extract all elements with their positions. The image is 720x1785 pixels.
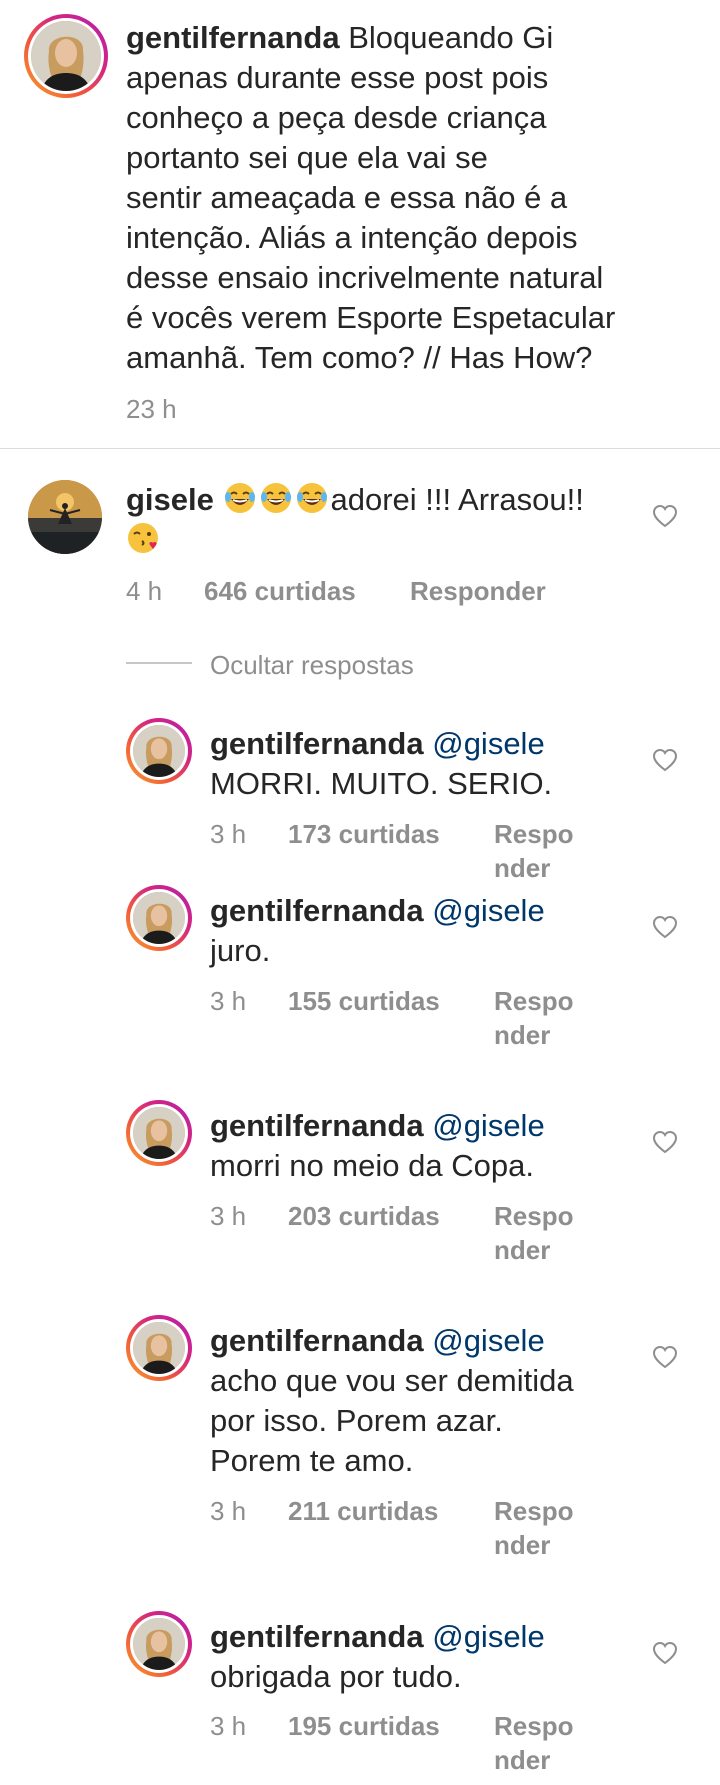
reply-timestamp: 3 h (210, 1496, 247, 1526)
reply-reply-label: Respo (494, 1201, 574, 1231)
reply-line: juro. (210, 933, 271, 968)
gisele-reply-button[interactable]: Responder (410, 574, 546, 608)
reply-reply-label: nder (494, 1235, 551, 1265)
reply-username[interactable]: gentilfernanda (210, 893, 424, 928)
person-photo-icon (133, 1618, 185, 1670)
caption-line: intenção. Aliás a intenção depois (126, 220, 578, 255)
caption-text: gentilfernanda Bloqueando Gi apenas dura… (126, 18, 696, 378)
reply-mention[interactable]: @gisele (432, 893, 544, 928)
reply-avatar[interactable] (126, 718, 192, 784)
gisele-comment-text: gisele adorei !!! Arrasou!! (126, 480, 646, 560)
reply-reply-label: Respo (494, 986, 574, 1016)
reply-reply-button[interactable]: Respo nder (494, 984, 573, 1052)
reply-reply-label: nder (494, 1020, 551, 1050)
reply-like-heart-icon[interactable] (652, 1130, 678, 1154)
person-photo-icon (31, 21, 101, 91)
caption-avatar[interactable] (24, 14, 108, 98)
reply-line: Porem te amo. (210, 1443, 414, 1478)
person-photo-icon (133, 725, 185, 777)
reply-username[interactable]: gentilfernanda (210, 1108, 424, 1143)
sunset-photo-icon (28, 480, 102, 554)
reply-reply-button[interactable]: Respo nder (494, 1199, 573, 1267)
reply-username[interactable]: gentilfernanda (210, 1619, 424, 1654)
reply-line: obrigada por tudo. (210, 1659, 462, 1694)
laughing-with-tears-emoji-icon (223, 481, 257, 515)
reply-text: gentilfernanda @gisele acho que vou ser … (210, 1321, 640, 1481)
reply-line: acho que vou ser demitida (210, 1363, 574, 1398)
reply-reply-button[interactable]: Respo nder (494, 817, 573, 885)
reply-reply-button[interactable]: Respo nder (494, 1494, 573, 1562)
face-blowing-kiss-emoji-icon (126, 521, 160, 555)
caption-line: desse ensaio incrivelmente natural (126, 260, 604, 295)
person-photo-icon (133, 1322, 185, 1374)
gisele-likes-count[interactable]: 646 curtidas (204, 574, 356, 608)
reply-username[interactable]: gentilfernanda (210, 726, 424, 761)
gisele-username[interactable]: gisele (126, 482, 214, 517)
person-photo-icon (133, 892, 185, 944)
reply-avatar[interactable] (126, 1611, 192, 1677)
caption-line: apenas durante esse post pois (126, 60, 549, 95)
caption-line: é vocês verem Esporte Espetacular (126, 300, 616, 335)
reply-text: gentilfernanda @gisele MORRI. MUITO. SER… (210, 724, 640, 804)
laughing-with-tears-emoji-icon (259, 481, 293, 515)
gisele-comment-body: adorei !!! Arrasou!! (330, 482, 584, 517)
caption-line: amanhã. Tem como? // Has How? (126, 340, 593, 375)
caption-line: portanto sei que ela vai se (126, 140, 488, 175)
caption-line: Bloqueando Gi (339, 20, 554, 55)
laughing-with-tears-emoji-icon (295, 481, 329, 515)
reply-timestamp: 3 h (210, 819, 247, 849)
reply-username[interactable]: gentilfernanda (210, 1323, 424, 1358)
reply-likes-count[interactable]: 155 curtidas (288, 984, 440, 1018)
reply-line: MORRI. MUITO. SERIO. (210, 766, 553, 801)
gisele-timestamp: 4 h (126, 576, 163, 606)
reply-like-heart-icon[interactable] (652, 748, 678, 772)
reply-like-heart-icon[interactable] (652, 1641, 678, 1665)
caption-line: conheço a peça desde criança (126, 100, 547, 135)
reply-mention[interactable]: @gisele (432, 1108, 544, 1143)
reply-timestamp: 3 h (210, 1201, 247, 1231)
reply-reply-label: Respo (494, 1711, 574, 1741)
reply-line: morri no meio da Copa. (210, 1148, 534, 1183)
reply-likes-count[interactable]: 211 curtidas (288, 1494, 438, 1528)
reply-mention[interactable]: @gisele (432, 726, 544, 761)
caption-username[interactable]: gentilfernanda (126, 20, 340, 55)
reply-text: gentilfernanda @gisele morri no meio da … (210, 1106, 640, 1186)
caption-timestamp: 23 h (126, 394, 177, 424)
reply-mention[interactable]: @gisele (432, 1619, 544, 1654)
reply-reply-label: Respo (494, 819, 574, 849)
gisele-avatar[interactable] (28, 480, 102, 554)
reply-like-heart-icon[interactable] (652, 1345, 678, 1369)
reply-reply-label: nder (494, 1530, 551, 1560)
reply-text: gentilfernanda @gisele obrigada por tudo… (210, 1617, 640, 1697)
reply-timestamp: 3 h (210, 986, 247, 1016)
reply-avatar[interactable] (126, 1315, 192, 1381)
reply-text: gentilfernanda @gisele juro. (210, 891, 640, 971)
reply-avatar[interactable] (126, 885, 192, 951)
reply-line: por isso. Porem azar. (210, 1403, 503, 1438)
reply-likes-count[interactable]: 203 curtidas (288, 1199, 440, 1233)
reply-reply-label: Respo (494, 1496, 574, 1526)
reply-avatar[interactable] (126, 1100, 192, 1166)
reply-reply-button[interactable]: Respo nder (494, 1709, 573, 1777)
reply-timestamp: 3 h (210, 1711, 247, 1741)
hide-replies-line (126, 662, 192, 664)
hide-replies-button[interactable]: Ocultar respostas (210, 648, 414, 682)
reply-reply-label: nder (494, 1745, 551, 1775)
gisele-like-heart-icon[interactable] (652, 504, 678, 528)
reply-like-heart-icon[interactable] (652, 915, 678, 939)
reply-mention[interactable]: @gisele (432, 1323, 544, 1358)
person-photo-icon (133, 1107, 185, 1159)
reply-likes-count[interactable]: 195 curtidas (288, 1709, 440, 1743)
caption-divider (0, 448, 720, 449)
caption-line: sentir ameaçada e essa não é a (126, 180, 568, 215)
reply-likes-count[interactable]: 173 curtidas (288, 817, 440, 851)
reply-reply-label: nder (494, 853, 551, 883)
